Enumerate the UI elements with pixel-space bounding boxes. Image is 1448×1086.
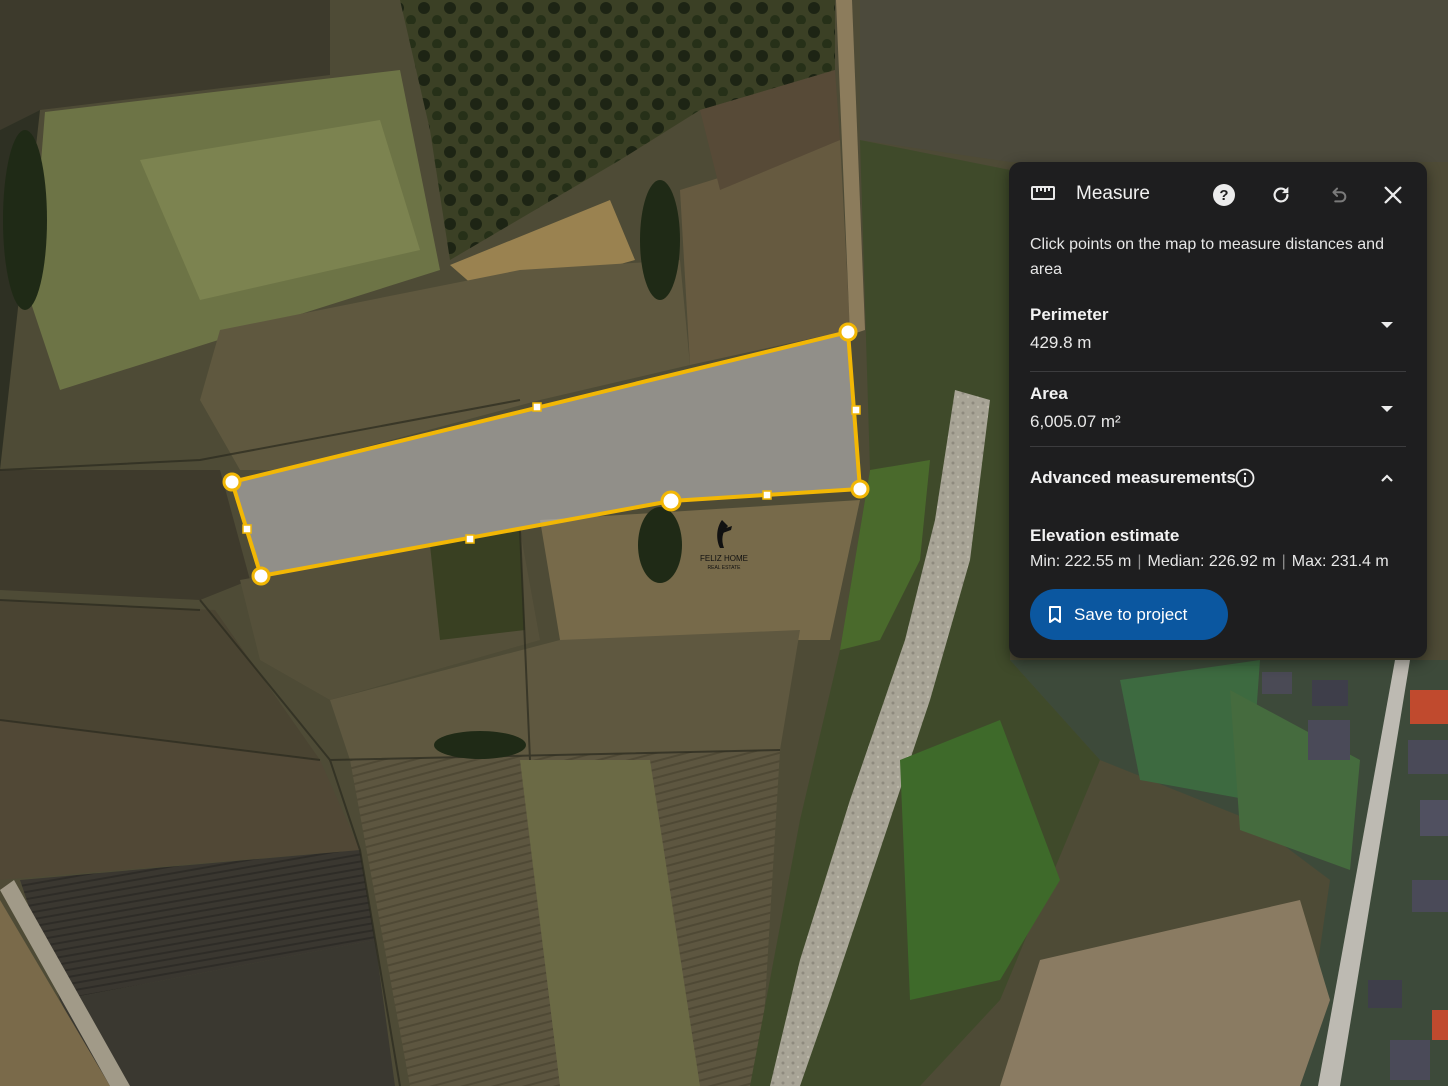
save-to-project-label: Save to project: [1074, 604, 1188, 624]
separator: |: [1281, 553, 1286, 570]
field: [0, 470, 250, 600]
svg-text:?: ?: [1219, 187, 1228, 204]
panel-header: Measure ?: [1009, 162, 1427, 228]
caret-down-icon[interactable]: [1380, 317, 1394, 335]
panel-title: Measure: [1076, 183, 1150, 204]
midpoint-handle[interactable]: [762, 490, 772, 500]
field: [860, 0, 1448, 162]
ruler-icon: [1031, 185, 1055, 206]
panel-description: Click points on the map to measure dista…: [1030, 236, 1384, 278]
perimeter-section[interactable]: Perimeter 429.8 m: [1030, 305, 1406, 353]
watermark-tagline: REAL ESTATE: [708, 565, 742, 571]
advanced-measurements-label: Advanced measurements: [1030, 468, 1236, 487]
midpoint-handle[interactable]: [851, 405, 861, 415]
measure-panel: Measure ? Click points on the map to mea…: [1009, 162, 1427, 658]
area-section[interactable]: Area 6,005.07 m²: [1030, 384, 1406, 432]
elevation-max: Max: 231.4 m: [1291, 553, 1389, 570]
separator: |: [1137, 553, 1142, 570]
elevation-median: Median: 226.92 m: [1147, 553, 1276, 570]
area-label: Area: [1030, 384, 1068, 403]
elevation-estimate: Elevation estimate Min: 222.55 m | Median:…: [1030, 526, 1422, 571]
perimeter-value: 429.8 m: [1030, 333, 1092, 352]
hedge: [430, 530, 525, 640]
bookmark-icon: [1049, 605, 1061, 623]
vertex-handle[interactable]: [251, 566, 271, 586]
refresh-icon[interactable]: [1266, 180, 1296, 210]
midpoint-handle[interactable]: [242, 524, 252, 534]
midpoint-handle[interactable]: [532, 402, 542, 412]
vertex-handle[interactable]: [660, 490, 682, 512]
advanced-measurements-toggle[interactable]: Advanced measurements: [1030, 466, 1406, 492]
vertex-handle[interactable]: [850, 479, 870, 499]
help-icon[interactable]: ?: [1209, 180, 1239, 210]
save-to-project-button[interactable]: Save to project: [1030, 589, 1228, 640]
area-value: 6,005.07 m²: [1030, 412, 1121, 431]
caret-down-icon[interactable]: [1380, 401, 1394, 419]
elevation-values: Min: 222.55 m | Median: 226.92 m | Max: 231.…: [1030, 553, 1422, 571]
elevation-min: Min: 222.55 m: [1030, 553, 1132, 570]
divider: [1030, 371, 1406, 372]
divider: [1030, 446, 1406, 447]
vertex-handle[interactable]: [838, 322, 858, 342]
perimeter-label: Perimeter: [1030, 305, 1109, 324]
chevron-up-icon[interactable]: [1380, 470, 1394, 488]
elevation-label: Elevation estimate: [1030, 526, 1180, 545]
midpoint-handle[interactable]: [465, 534, 475, 544]
info-icon[interactable]: [1235, 468, 1255, 493]
undo-icon[interactable]: [1323, 180, 1353, 210]
watermark-name: FELIZ HOME: [700, 554, 748, 563]
field: [540, 500, 860, 640]
vertex-handle[interactable]: [222, 472, 242, 492]
close-icon[interactable]: [1378, 180, 1408, 210]
